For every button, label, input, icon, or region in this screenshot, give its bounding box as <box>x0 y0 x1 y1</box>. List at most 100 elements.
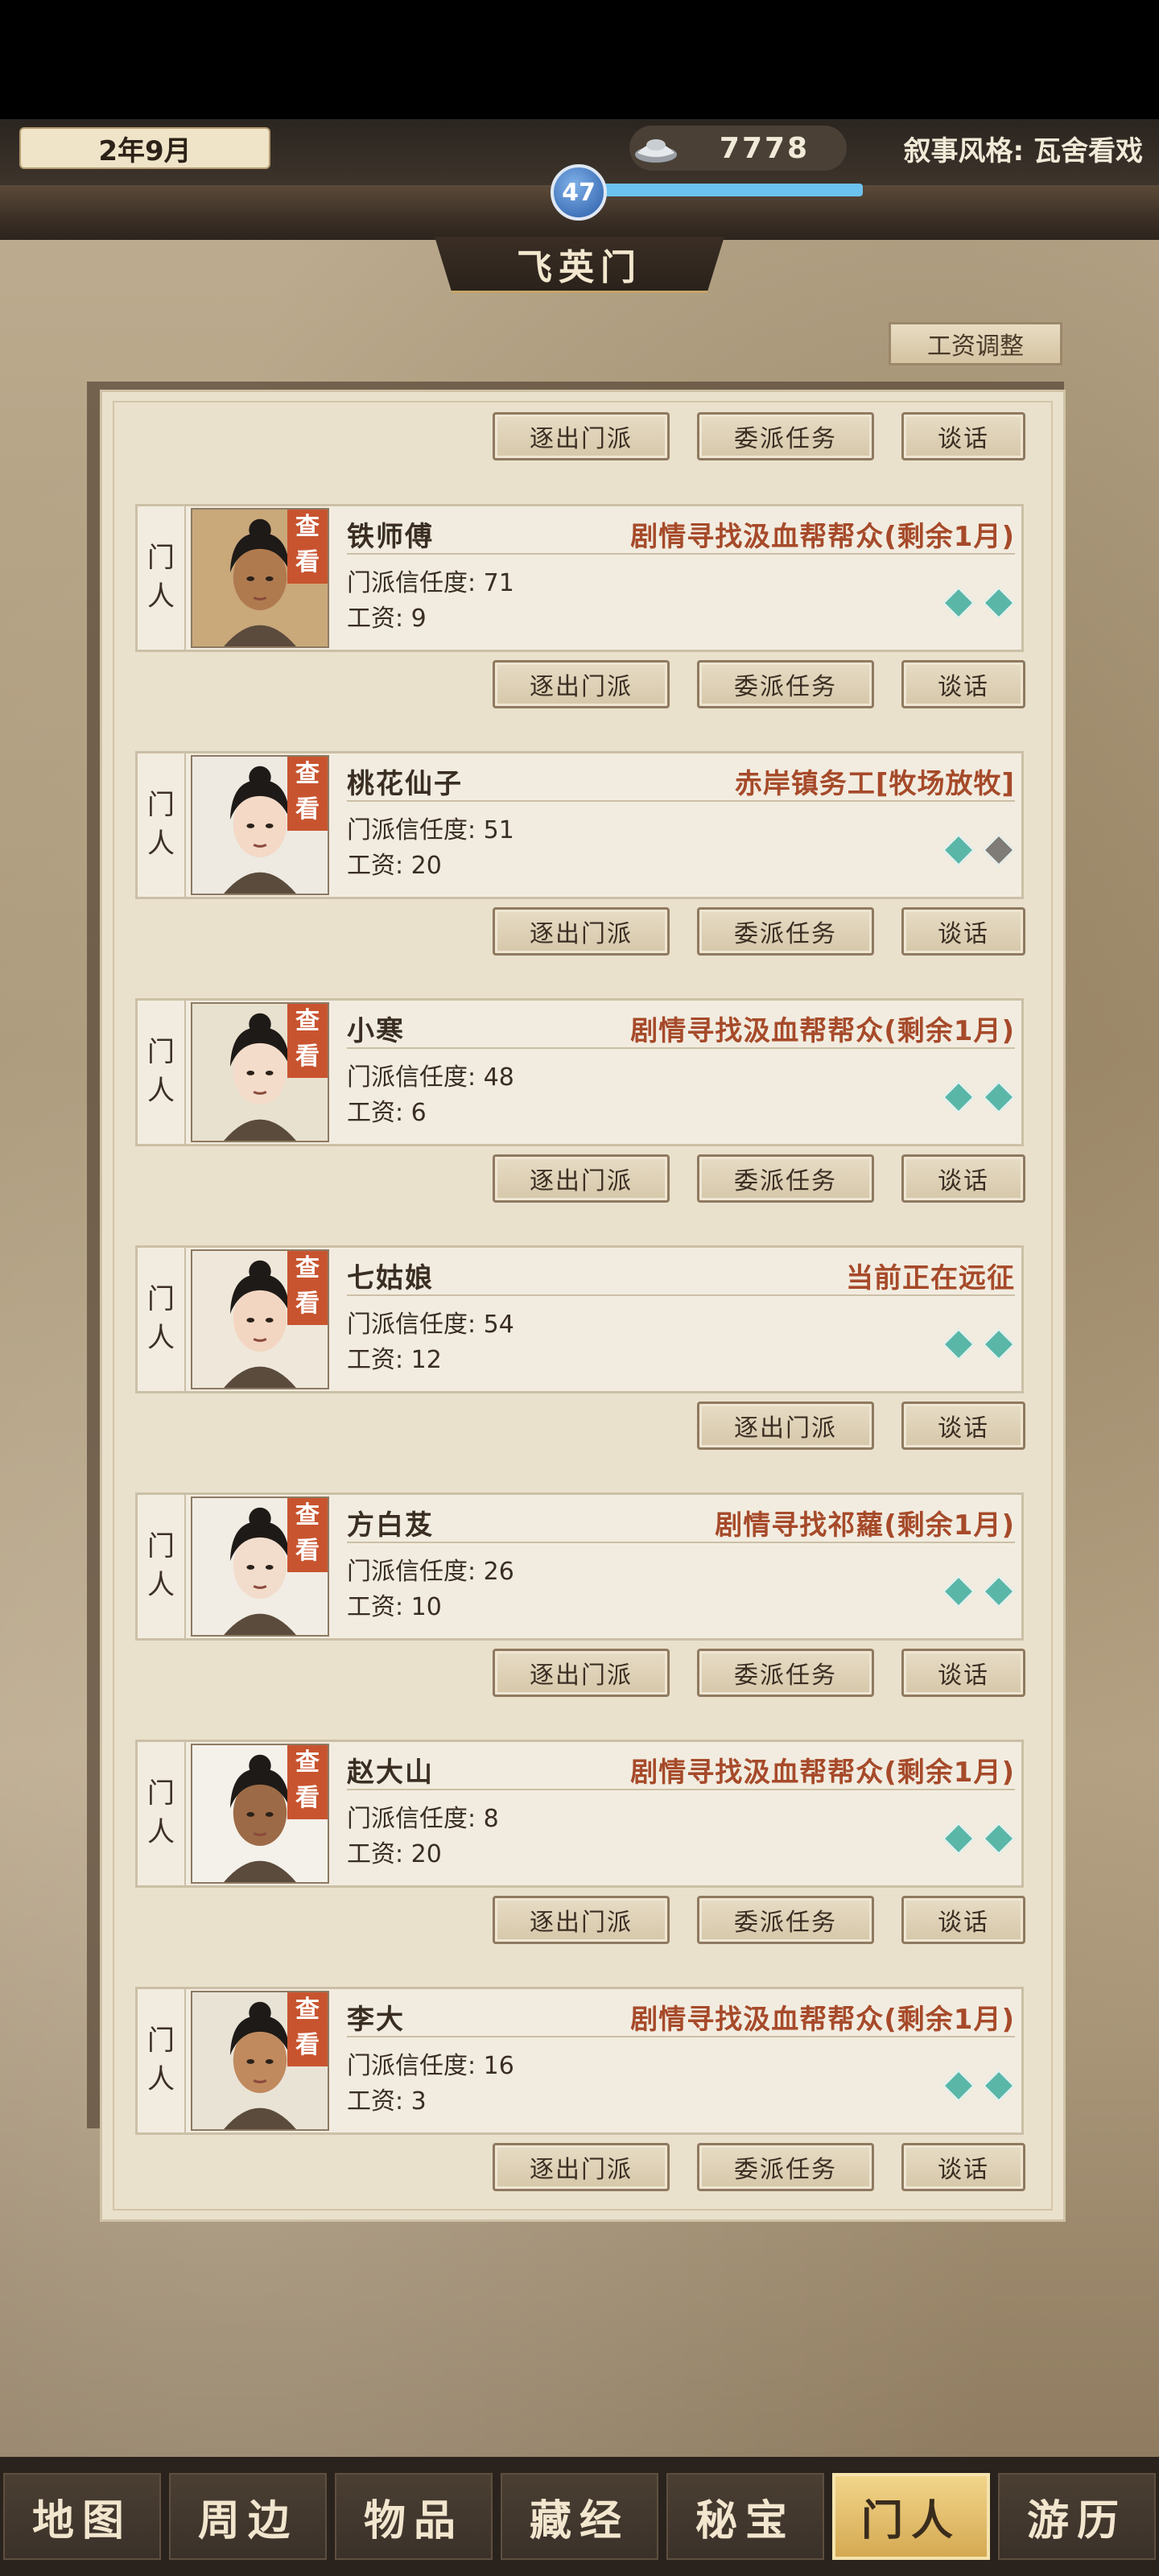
assign-task-button[interactable]: 委派任务 <box>697 2143 874 2191</box>
assign-task-button[interactable]: 委派任务 <box>697 660 874 708</box>
member-tag-char: 人 <box>147 580 175 613</box>
member-portrait[interactable]: 查看 <box>191 1991 329 2131</box>
member-wage: 工资: 9 <box>347 605 427 633</box>
member-trust: 门派信任度: 48 <box>347 1063 514 1092</box>
sect-name-plaque: 飞英门 <box>435 237 724 293</box>
status-gem-icon <box>983 1575 1015 1608</box>
member-tag-char: 人 <box>147 1075 175 1107</box>
member-tag: 门人 <box>138 1001 186 1144</box>
card-divider <box>347 1294 1015 1296</box>
member-name: 桃花仙子 <box>347 768 463 800</box>
member-trust: 门派信任度: 51 <box>347 816 514 844</box>
nav-tab[interactable]: 门人 <box>832 2473 990 2560</box>
status-gem-icon <box>983 1823 1015 1855</box>
member-name: 李大 <box>347 2004 405 2036</box>
member-tag: 门人 <box>138 1248 186 1391</box>
member-name: 七姑娘 <box>347 1262 434 1294</box>
talk-button[interactable]: 谈话 <box>901 1649 1025 1697</box>
status-gem-icon <box>983 2070 1015 2102</box>
member-wage: 工资: 20 <box>347 852 442 880</box>
member-status: 当前正在远征 <box>846 1262 1015 1294</box>
view-details-button[interactable]: 查看 <box>287 510 328 584</box>
silver-amount: 7778 <box>719 131 810 165</box>
nav-tab[interactable]: 物品 <box>335 2473 493 2560</box>
view-details-button[interactable]: 查看 <box>287 1498 328 1572</box>
member-tag: 门人 <box>138 506 186 650</box>
nav-tab[interactable]: 周边 <box>169 2473 327 2560</box>
status-gem-icon <box>942 1823 975 1855</box>
member-status: 剧情寻找祁蘿(剩余1月) <box>715 1509 1015 1542</box>
member-card: 门人 查看方白芨 剧情寻找祁蘿(剩余1月) 门派信任度: 26 工资: 10 <box>135 1492 1024 1641</box>
member-tag: 门人 <box>138 1742 186 1885</box>
view-details-button[interactable]: 查看 <box>287 1745 328 1819</box>
member-portrait[interactable]: 查看 <box>191 755 329 895</box>
talk-button[interactable]: 谈话 <box>901 1402 1025 1450</box>
member-card: 门人 查看小寒 剧情寻找汲血帮帮众(剩余1月) 门派信任度: 48 工资: 6 <box>135 998 1024 1146</box>
member-wage: 工资: 10 <box>347 1593 442 1621</box>
member-card: 门人 查看赵大山 剧情寻找汲血帮帮众(剩余1月) 门派信任度: 8 工资: 20 <box>135 1740 1024 1888</box>
view-details-button[interactable]: 查看 <box>287 757 328 831</box>
member-tag-char: 人 <box>147 2063 175 2095</box>
nav-tab[interactable]: 游历 <box>998 2473 1156 2560</box>
member-wage: 工资: 12 <box>347 1346 442 1374</box>
talk-button[interactable]: 谈话 <box>901 1896 1025 1944</box>
member-trust: 门派信任度: 71 <box>347 569 514 597</box>
game-date: 2年9月 <box>19 127 270 169</box>
status-gem-icon <box>942 1328 975 1360</box>
member-tag-char: 人 <box>147 828 175 860</box>
status-gem-icon <box>983 1328 1015 1360</box>
member-name: 赵大山 <box>347 1757 434 1789</box>
member-wage: 工资: 20 <box>347 1840 442 1868</box>
member-portrait[interactable]: 查看 <box>191 1002 329 1142</box>
member-wage: 工资: 3 <box>347 2087 427 2116</box>
expel-button[interactable]: 逐出门派 <box>493 660 670 708</box>
member-trust: 门派信任度: 54 <box>347 1311 514 1339</box>
assign-task-button[interactable]: 委派任务 <box>697 1896 874 1944</box>
status-gem-icon <box>983 834 1015 866</box>
member-tag-char: 人 <box>147 1322 175 1354</box>
talk-button[interactable]: 谈话 <box>901 412 1025 460</box>
card-divider <box>347 1047 1015 1049</box>
view-details-button[interactable]: 查看 <box>287 1992 328 2066</box>
member-portrait[interactable]: 查看 <box>191 508 329 648</box>
talk-button[interactable]: 谈话 <box>901 1154 1025 1203</box>
expel-button[interactable]: 逐出门派 <box>493 412 670 460</box>
expel-button[interactable]: 逐出门派 <box>493 2143 670 2191</box>
member-trust: 门派信任度: 16 <box>347 2052 514 2080</box>
expel-button[interactable]: 逐出门派 <box>493 907 670 956</box>
member-trust: 门派信任度: 26 <box>347 1558 514 1586</box>
member-tag-char: 门 <box>147 789 175 822</box>
expel-button[interactable]: 逐出门派 <box>493 1649 670 1697</box>
wage-adjust-button[interactable]: 工资调整 <box>889 322 1062 365</box>
view-details-button[interactable]: 查看 <box>287 1004 328 1078</box>
view-details-button[interactable]: 查看 <box>287 1251 328 1325</box>
member-name: 铁师傅 <box>347 521 434 553</box>
member-wage: 工资: 6 <box>347 1099 427 1127</box>
expel-button[interactable]: 逐出门派 <box>493 1896 670 1944</box>
card-divider <box>347 553 1015 555</box>
talk-button[interactable]: 谈话 <box>901 2143 1025 2191</box>
member-status: 剧情寻找汲血帮帮众(剩余1月) <box>630 1015 1015 1047</box>
assign-task-button[interactable]: 委派任务 <box>697 907 874 956</box>
member-name: 方白芨 <box>347 1509 434 1542</box>
experience-bar-fill <box>573 184 863 196</box>
expel-button[interactable]: 逐出门派 <box>697 1402 874 1450</box>
nav-tab[interactable]: 藏经 <box>501 2473 658 2560</box>
narrative-style[interactable]: 叙事风格: 瓦舍看戏 <box>869 127 1143 169</box>
member-tag-char: 门 <box>147 542 175 575</box>
member-tag: 门人 <box>138 1989 186 2132</box>
assign-task-button[interactable]: 委派任务 <box>697 412 874 460</box>
member-card: 门人 查看桃花仙子 赤岸镇务工[牧场放牧] 门派信任度: 51 工资: 20 <box>135 751 1024 899</box>
member-tag: 门人 <box>138 753 186 897</box>
talk-button[interactable]: 谈话 <box>901 660 1025 708</box>
assign-task-button[interactable]: 委派任务 <box>697 1154 874 1203</box>
talk-button[interactable]: 谈话 <box>901 907 1025 956</box>
nav-tab[interactable]: 秘宝 <box>666 2473 824 2560</box>
member-portrait[interactable]: 查看 <box>191 1744 329 1884</box>
nav-tab[interactable]: 地图 <box>3 2473 161 2560</box>
member-portrait[interactable]: 查看 <box>191 1249 329 1389</box>
assign-task-button[interactable]: 委派任务 <box>697 1649 874 1697</box>
member-portrait[interactable]: 查看 <box>191 1496 329 1637</box>
expel-button[interactable]: 逐出门派 <box>493 1154 670 1203</box>
member-tag-char: 门 <box>147 1036 175 1069</box>
